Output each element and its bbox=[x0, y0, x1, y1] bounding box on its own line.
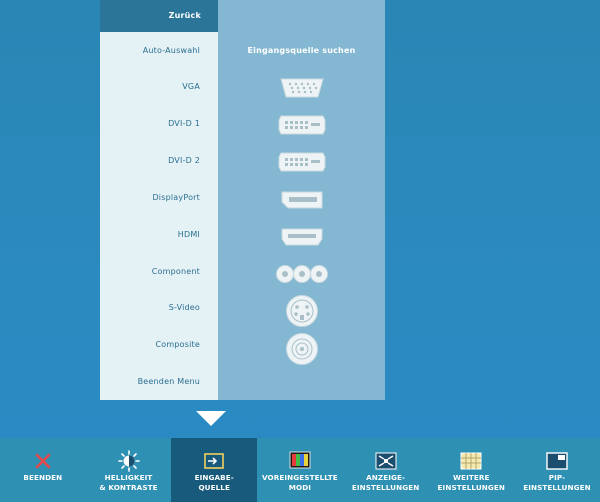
composite-rca-icon bbox=[284, 332, 320, 366]
brightness-contrast-button[interactable]: HELLIGKEIT & KONTRASTE bbox=[86, 438, 172, 502]
menu-item-composite[interactable]: Composite bbox=[100, 326, 218, 363]
hdmi-connector-row bbox=[218, 218, 385, 255]
other-settings-icon bbox=[460, 451, 482, 471]
hdmi-connector-icon bbox=[280, 227, 324, 247]
pip-settings-label: PIP- EINSTELLUNGEN bbox=[523, 473, 591, 492]
menu-labels-column: Zurück Auto-Auswahl VGA DVI-D 1 DVI-D 2 … bbox=[100, 0, 218, 400]
component-rca-icon bbox=[275, 264, 329, 284]
displayport-connector-row bbox=[218, 181, 385, 218]
menu-item-component[interactable]: Component bbox=[100, 253, 218, 290]
s-video-connector-row bbox=[218, 293, 385, 330]
svideo-connector-icon bbox=[284, 294, 320, 328]
menu-item-dvi-d-2[interactable]: DVI-D 2 bbox=[100, 142, 218, 179]
display-settings-label: ANZEIGE- EINSTELLUNGEN bbox=[351, 473, 420, 492]
menu-item-s-video[interactable]: S-Video bbox=[100, 290, 218, 327]
menu-item-exit-menu[interactable]: Beenden Menu bbox=[100, 363, 218, 400]
preset-modes-button[interactable]: VOREINGESTELLTE MODI bbox=[257, 438, 343, 502]
input-source-menu: Zurück Auto-Auswahl VGA DVI-D 1 DVI-D 2 … bbox=[100, 0, 385, 400]
input-source-icon bbox=[203, 451, 225, 471]
dvi-connector-icon bbox=[277, 114, 327, 136]
composite-connector-row bbox=[218, 330, 385, 367]
menu-item-hdmi[interactable]: HDMI bbox=[100, 216, 218, 253]
pip-icon bbox=[546, 451, 568, 471]
preset-modes-label: VOREINGESTELLTE MODI bbox=[262, 473, 338, 492]
brightness-contrast-label: HELLIGKEIT & KONTRASTE bbox=[99, 473, 158, 492]
close-x-icon bbox=[32, 451, 54, 471]
exit-label: BEENDEN bbox=[23, 473, 63, 482]
back-button[interactable]: Zurück bbox=[100, 0, 218, 32]
pip-settings-button[interactable]: PIP- EINSTELLUNGEN bbox=[514, 438, 600, 502]
input-source-button[interactable]: EINGABE- QUELLE bbox=[171, 438, 258, 502]
other-settings-button[interactable]: WEITERE EINSTELLUNGEN bbox=[428, 438, 514, 502]
vga-connector-icon bbox=[278, 77, 326, 99]
menu-item-displayport[interactable]: DisplayPort bbox=[100, 179, 218, 216]
menu-item-auto-select[interactable]: Auto-Auswahl bbox=[100, 32, 218, 69]
other-settings-label: WEITERE EINSTELLUNGEN bbox=[437, 473, 506, 492]
display-settings-icon bbox=[375, 451, 397, 471]
display-settings-button[interactable]: ANZEIGE- EINSTELLUNGEN bbox=[343, 438, 429, 502]
menu-item-dvi-d-1[interactable]: DVI-D 1 bbox=[100, 105, 218, 142]
osd-bottom-bar: BEENDEN HELLIGKEIT & KONTRASTE EINGABE- … bbox=[0, 438, 600, 502]
dvi-d-2-connector-row bbox=[218, 144, 385, 181]
dvi-d-1-connector-row bbox=[218, 107, 385, 144]
dvi-connector-icon bbox=[277, 151, 327, 173]
exit-button[interactable]: BEENDEN bbox=[0, 438, 86, 502]
menu-item-vga[interactable]: VGA bbox=[100, 68, 218, 105]
vga-connector-row bbox=[218, 69, 385, 106]
brightness-icon bbox=[117, 450, 140, 472]
menu-icons-column: Eingangsquelle suchen bbox=[218, 0, 385, 400]
displayport-connector-icon bbox=[280, 190, 324, 210]
color-modes-icon bbox=[289, 451, 311, 471]
auto-select-status: Eingangsquelle suchen bbox=[247, 46, 356, 56]
input-source-label: EINGABE- QUELLE bbox=[194, 473, 234, 492]
component-connector-row bbox=[218, 256, 385, 293]
selection-pointer-icon bbox=[196, 411, 226, 426]
